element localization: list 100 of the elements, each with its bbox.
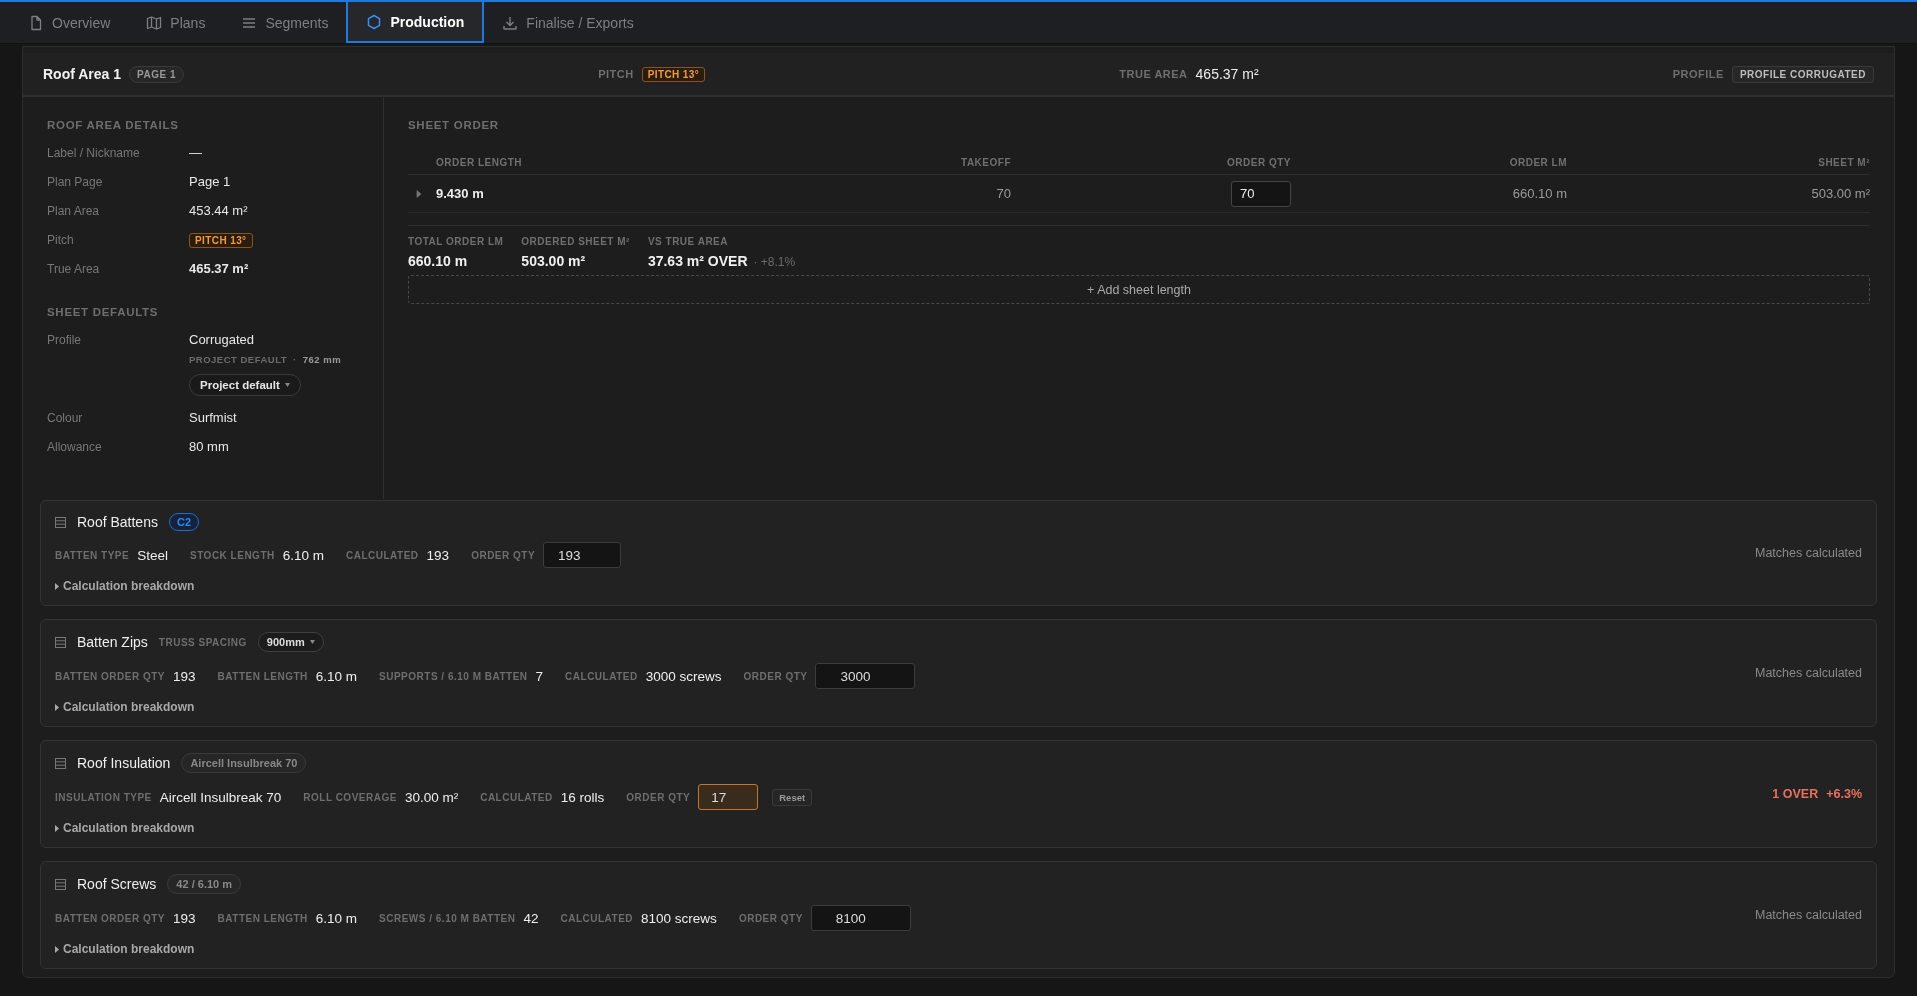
status-text: +6.3% bbox=[1826, 787, 1862, 801]
reset-button[interactable]: Reset bbox=[772, 788, 813, 806]
field-label: TRUSS SPACING bbox=[158, 636, 247, 648]
field-label: CALCULATED bbox=[346, 549, 419, 561]
field-value: 30.00 m² bbox=[404, 789, 459, 805]
table-cell: 9.430 m bbox=[436, 186, 484, 201]
field-value: 6.10 m bbox=[315, 910, 358, 926]
total-value: 37.63 m² OVER bbox=[647, 253, 748, 269]
spacing-dropdown[interactable]: 900mm bbox=[257, 632, 324, 652]
true-area-label: TRUE AREA bbox=[1119, 68, 1188, 80]
field-label: ORDER QTY bbox=[743, 670, 808, 682]
detail-label: Colour bbox=[47, 410, 84, 425]
status-text: Matches calculated bbox=[1755, 908, 1862, 922]
field-label: CALCULATED bbox=[480, 791, 553, 803]
card-title: Roof Battens bbox=[77, 514, 158, 530]
detail-label: True Area bbox=[47, 261, 101, 276]
detail-value: Corrugated bbox=[189, 332, 256, 347]
order-qty-input[interactable]: 17 bbox=[698, 784, 759, 810]
field-value: 6.10 m bbox=[282, 547, 324, 563]
map-icon bbox=[146, 14, 163, 31]
status-text: Matches calculated bbox=[1755, 666, 1862, 680]
detail-label: Label / Nickname bbox=[47, 145, 141, 160]
detail-value: 453.44 m² bbox=[189, 203, 248, 218]
code-badge: C2 bbox=[168, 513, 199, 531]
caret-icon bbox=[55, 945, 59, 953]
field-value: 16 rolls bbox=[560, 789, 605, 805]
card-title: Roof Insulation bbox=[77, 755, 171, 771]
roof-area-title: Roof Area 1 bbox=[43, 66, 122, 82]
field-value: 8100 screws bbox=[641, 910, 717, 926]
percent-note: · +8.1% bbox=[753, 255, 796, 269]
separator-dot: · bbox=[293, 354, 297, 365]
breakdown-toggle[interactable]: Calculation breakdown bbox=[55, 942, 195, 956]
breakdown-toggle[interactable]: Calculation breakdown bbox=[55, 579, 195, 593]
field-label: BATTEN TYPE bbox=[55, 549, 130, 561]
field-label: STOCK LENGTH bbox=[190, 549, 275, 561]
total-value: 660.10 m bbox=[408, 253, 468, 269]
product-tag: 42 / 6.10 m bbox=[167, 874, 241, 894]
table-cell: 660.10 m bbox=[1512, 186, 1567, 201]
hexagon-icon bbox=[366, 13, 383, 30]
pitch-label: PITCH bbox=[598, 68, 634, 80]
tab[interactable]: Segments bbox=[223, 2, 347, 43]
tab[interactable]: Production bbox=[346, 2, 485, 43]
field-label: BATTEN ORDER QTY bbox=[55, 912, 166, 924]
profile-label: PROFILE bbox=[1672, 68, 1724, 80]
caret-icon bbox=[55, 582, 59, 590]
card-title: Batten Zips bbox=[77, 634, 148, 650]
cover-width: 762 mm bbox=[302, 354, 342, 365]
detail-label: Plan Area bbox=[47, 203, 101, 218]
caret-icon bbox=[284, 383, 290, 387]
column-header: ORDER QTY bbox=[1011, 157, 1291, 175]
order-qty-input[interactable]: 193 bbox=[543, 542, 622, 568]
profile-source: PROJECT DEFAULT bbox=[189, 354, 288, 365]
column-header: ORDER LM bbox=[1291, 157, 1567, 175]
section-heading: ROOF AREA DETAILS bbox=[47, 119, 180, 131]
order-qty-input[interactable]: 70 bbox=[1231, 180, 1291, 207]
detail-value: 80 mm bbox=[189, 439, 230, 454]
field-value: Aircell Insulbreak 70 bbox=[159, 789, 282, 805]
field-label: SUPPORTS / 6.10 M BATTEN bbox=[379, 670, 528, 682]
add-sheet-button[interactable]: + Add sheet length bbox=[408, 275, 1870, 304]
detail-value: 465.37 m² bbox=[189, 261, 249, 276]
field-label: CALCULATED bbox=[560, 912, 634, 924]
profile-dropdown[interactable]: Project default bbox=[189, 374, 301, 396]
field-value: Steel bbox=[137, 547, 168, 563]
breakdown-toggle[interactable]: Calculation breakdown bbox=[55, 821, 195, 835]
total-label: VS TRUE AREA bbox=[647, 236, 729, 247]
page-badge: PAGE 1 bbox=[129, 65, 184, 83]
stack-icon bbox=[55, 516, 66, 528]
field-label: SCREWS / 6.10 M BATTEN bbox=[379, 912, 516, 924]
field-value: 3000 screws bbox=[645, 668, 722, 684]
field-label: BATTEN ORDER QTY bbox=[55, 670, 166, 682]
caret-icon bbox=[55, 824, 59, 832]
column-header: SHEET M² bbox=[1567, 157, 1870, 175]
true-area-value: 465.37 m² bbox=[1195, 66, 1259, 82]
tab[interactable]: Overview bbox=[10, 2, 129, 43]
section-heading: SHEET ORDER bbox=[408, 119, 500, 131]
caret-icon bbox=[309, 640, 315, 644]
detail-label: Allowance bbox=[47, 439, 103, 454]
table-cell: 70 bbox=[996, 186, 1011, 201]
table-cell: 503.00 m² bbox=[1811, 186, 1870, 201]
field-label: BATTEN LENGTH bbox=[217, 912, 308, 924]
column-header: TAKEOFF bbox=[811, 157, 1011, 175]
order-qty-input[interactable]: 8100 bbox=[810, 905, 911, 931]
detail-value: Page 1 bbox=[189, 174, 231, 189]
card-title: Roof Screws bbox=[77, 876, 157, 892]
total-label: ORDERED SHEET M² bbox=[521, 236, 630, 247]
section-heading: SHEET DEFAULTS bbox=[47, 306, 160, 318]
tab[interactable]: Plans bbox=[128, 2, 224, 43]
pitch-badge: PITCH 13° bbox=[189, 233, 253, 248]
detail-value: — bbox=[189, 145, 202, 160]
detail-label: Profile bbox=[47, 332, 82, 347]
field-value: 193 bbox=[426, 547, 450, 563]
breakdown-toggle[interactable]: Calculation breakdown bbox=[55, 700, 195, 714]
field-label: ORDER QTY bbox=[738, 912, 803, 924]
total-label: TOTAL ORDER LM bbox=[408, 236, 504, 247]
order-qty-input[interactable]: 3000 bbox=[815, 663, 916, 689]
tab[interactable]: Finalise / Exports bbox=[484, 2, 652, 43]
field-value: 193 bbox=[173, 910, 196, 926]
field-value: 193 bbox=[173, 668, 196, 684]
field-value: 7 bbox=[535, 668, 544, 684]
detail-value: Surfmist bbox=[189, 410, 238, 425]
